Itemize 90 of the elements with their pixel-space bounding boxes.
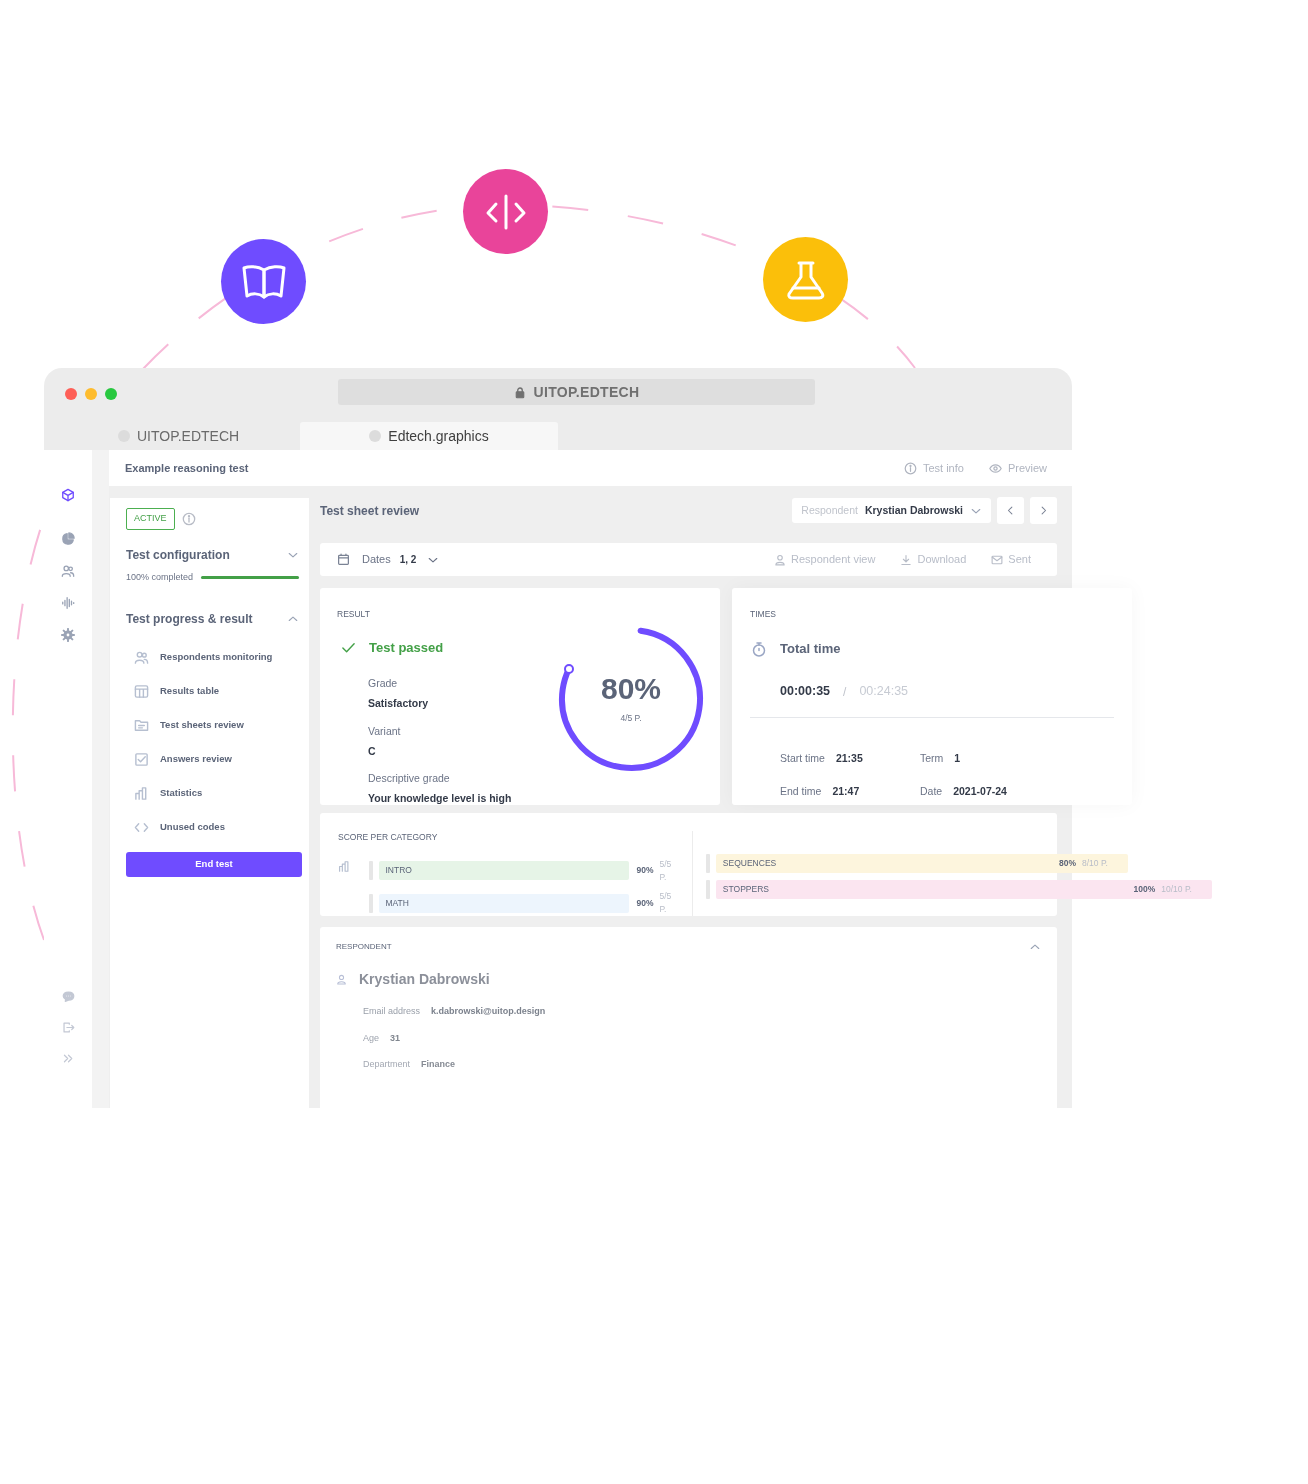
field-value: 1 — [954, 751, 961, 766]
status-badge: ACTIVE — [126, 508, 175, 530]
time-separator: / — [843, 683, 847, 701]
eye-icon — [988, 461, 1002, 475]
field-value: 2021-07-24 — [953, 783, 1007, 799]
browser-tab[interactable]: UITOP.EDTECH — [116, 422, 300, 450]
bar-chart-icon — [134, 785, 149, 801]
address-bar[interactable]: UITOP.EDTECH — [338, 379, 815, 405]
field-label: Term — [920, 751, 944, 766]
field-label: Department — [363, 1058, 411, 1071]
score-percent: 80% — [600, 673, 661, 704]
nav-item[interactable]: Answers review — [126, 742, 299, 776]
stopwatch-icon — [751, 640, 767, 657]
section-title: Test configuration — [126, 546, 230, 564]
field-value: k.dabrowski@uitop.design — [431, 1005, 546, 1018]
field-value: Satisfactory — [368, 696, 429, 711]
field-label: Date — [920, 783, 943, 799]
field-label: Age — [363, 1031, 379, 1045]
logout-icon — [61, 1020, 75, 1034]
field-value: 21:47 — [832, 783, 860, 799]
respondent-name: Krystian Dabrowski — [359, 970, 490, 989]
category-bar: INTRO — [378, 861, 630, 880]
field-value: 21:35 — [835, 751, 863, 766]
test-title: Example reasoning test — [125, 460, 249, 476]
nav-item[interactable]: Results table — [126, 674, 299, 708]
next-button[interactable] — [1030, 497, 1057, 524]
result-status: Test passed — [369, 638, 444, 657]
category-marker — [705, 880, 710, 899]
category-points: 5/5 P. — [659, 890, 673, 916]
field-value: Finance — [421, 1058, 456, 1071]
end-test-button[interactable]: End test — [126, 852, 302, 877]
field-value: 31 — [390, 1031, 401, 1045]
user-icon — [774, 553, 787, 566]
user-icon — [336, 974, 347, 985]
category-marker — [368, 861, 373, 880]
field-label: Email address — [363, 1005, 421, 1018]
table-icon — [134, 683, 149, 699]
section-heading: RESULT — [337, 608, 371, 621]
section-heading: SCORE PER CATEGORY — [338, 831, 439, 844]
calendar-icon — [337, 553, 350, 566]
category-bar: STOPPERS 100% 10/10 P. — [715, 880, 1212, 899]
users-icon — [134, 649, 149, 665]
dates-dropdown[interactable]: Dates 1, 2 — [337, 551, 440, 568]
users-icon — [61, 564, 75, 578]
score-points: 4/5 P. — [620, 711, 642, 725]
checkbox-icon — [134, 751, 149, 767]
cube-icon — [61, 488, 75, 502]
field-label: Grade — [368, 676, 398, 692]
time-limit: 00:24:35 — [859, 683, 909, 701]
info-icon — [903, 461, 917, 475]
section-heading: RESPONDENT — [336, 941, 392, 953]
elapsed-time: 00:00:35 — [780, 683, 831, 701]
nav-item[interactable]: Test sheets review — [126, 708, 299, 742]
times-title: Total time — [780, 639, 841, 658]
tab-favicon-icon — [369, 430, 382, 442]
page-title: Test sheet review — [320, 502, 420, 520]
nav-item[interactable]: Respondents monitoring — [126, 640, 299, 674]
category-bar: MATH — [378, 893, 630, 913]
folder-icon — [134, 717, 149, 733]
category-percent: 90% — [636, 864, 654, 877]
section-title: Test progress & result — [126, 611, 253, 628]
pie-chart-icon — [61, 532, 75, 546]
category-bar: SEQUENCES 80% 8/10 P. — [715, 854, 1128, 873]
field-label: Start time — [780, 751, 825, 766]
chat-icon — [61, 989, 75, 1003]
check-icon — [341, 640, 356, 655]
field-value: C — [368, 743, 376, 759]
browser-tab[interactable]: Edtech.graphics — [300, 422, 558, 450]
category-points: 5/5 P. — [659, 857, 673, 884]
field-label: Variant — [368, 723, 401, 739]
nav-item[interactable]: Unused codes — [126, 810, 299, 844]
field-value: Your knowledge level is high — [368, 791, 512, 806]
download-icon — [900, 553, 913, 566]
field-label: Descriptive grade — [368, 771, 450, 787]
bar-chart-icon — [338, 859, 351, 873]
nav-item[interactable]: Statistics — [126, 776, 299, 810]
ring-knob[interactable] — [563, 663, 574, 674]
category-marker — [368, 893, 373, 913]
lock-icon — [513, 385, 526, 399]
progress-label: 100% completed — [126, 570, 194, 584]
settings-icon — [61, 628, 75, 642]
section-heading: TIMES — [750, 608, 777, 621]
category-marker — [705, 854, 710, 873]
category-percent: 90% — [636, 896, 654, 910]
info-icon — [181, 511, 196, 526]
waveform-icon — [61, 596, 75, 610]
field-label: End time — [780, 783, 822, 799]
mail-icon — [991, 553, 1004, 566]
previous-button[interactable] — [997, 497, 1024, 524]
respondent-select[interactable]: Respondent Krystian Dabrowski — [792, 498, 991, 523]
